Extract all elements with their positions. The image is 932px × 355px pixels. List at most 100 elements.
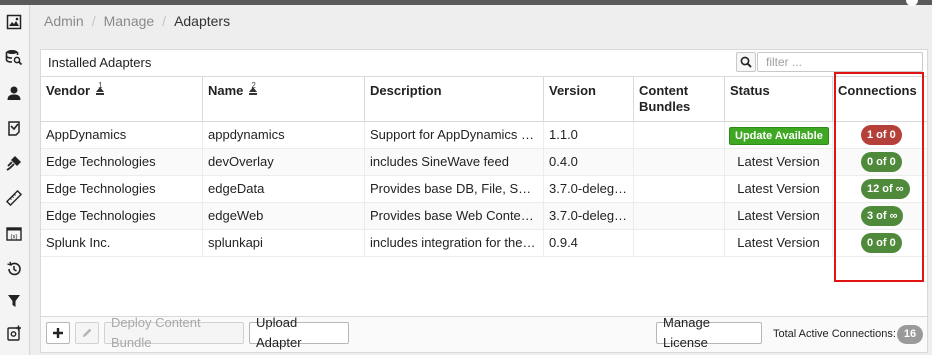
status-cell: Latest Version bbox=[725, 230, 833, 257]
breadcrumb-admin[interactable]: Admin bbox=[44, 13, 84, 29]
left-nav: (x) bbox=[0, 5, 30, 355]
status-text: Latest Version bbox=[737, 181, 820, 196]
vendor-cell: Splunk Inc. bbox=[41, 230, 203, 257]
column-header-version[interactable]: Version bbox=[544, 77, 634, 122]
content-bundles-cell bbox=[634, 203, 725, 230]
column-header-description[interactable]: Description bbox=[365, 77, 544, 122]
column-header-vendor[interactable]: Vendor 1 bbox=[41, 77, 203, 122]
adapters-table: Vendor 1 Name 2 Description Version Conten… bbox=[41, 76, 927, 257]
name-cell: appdynamics bbox=[203, 122, 365, 149]
connections-cell: 0 of 0 bbox=[833, 230, 927, 257]
database-search-icon[interactable] bbox=[4, 47, 24, 67]
plug-icon[interactable] bbox=[4, 153, 24, 173]
panel-title: Installed Adapters bbox=[48, 55, 152, 70]
footer-toolbar: Deploy Content Bundle Upload Adapter Man… bbox=[41, 315, 927, 352]
connections-cell: 3 of ∞ bbox=[833, 203, 927, 230]
column-label: Name bbox=[208, 83, 244, 98]
vendor-cell: Edge Technologies bbox=[41, 176, 203, 203]
sort-ascending-icon: 2 bbox=[249, 81, 259, 95]
column-label: Status bbox=[730, 83, 770, 98]
manage-license-button[interactable]: Manage License bbox=[656, 315, 762, 350]
name-cell: edgeData bbox=[203, 176, 365, 203]
vendor-cell: AppDynamics bbox=[41, 122, 203, 149]
add-settings-icon[interactable] bbox=[4, 323, 24, 343]
filter-icon[interactable] bbox=[4, 291, 24, 311]
version-cell: 1.1.0 bbox=[544, 122, 634, 149]
table-row[interactable]: Edge Technologies devOverlay includes Si… bbox=[41, 149, 927, 176]
status-text: Latest Version bbox=[737, 208, 820, 223]
connections-cell: 1 of 0 bbox=[833, 122, 927, 149]
user-icon[interactable] bbox=[4, 83, 24, 103]
table-header: Vendor 1 Name 2 Description Version Conten… bbox=[41, 77, 927, 122]
breadcrumb-separator: / bbox=[91, 13, 96, 29]
content-bundles-cell bbox=[634, 176, 725, 203]
table-row[interactable]: Edge Technologies edgeWeb Provides base … bbox=[41, 203, 927, 230]
connections-cell: 12 of ∞ bbox=[833, 176, 927, 203]
connections-badge: 12 of ∞ bbox=[861, 179, 910, 199]
filter-input[interactable] bbox=[757, 52, 923, 72]
image-icon[interactable] bbox=[4, 12, 24, 32]
variable-icon[interactable]: (x) bbox=[4, 224, 24, 244]
connections-badge: 0 of 0 bbox=[861, 233, 902, 253]
table-row[interactable]: AppDynamics appdynamics Support for AppD… bbox=[41, 122, 927, 149]
column-header-content-bundles[interactable]: Content Bundles bbox=[634, 77, 725, 122]
vendor-cell: Edge Technologies bbox=[41, 149, 203, 176]
connections-badge: 3 of ∞ bbox=[861, 206, 904, 226]
status-cell: Latest Version bbox=[725, 149, 833, 176]
column-header-name[interactable]: Name 2 bbox=[203, 77, 365, 122]
description-cell: Provides base Web Content… bbox=[365, 203, 544, 230]
description-cell: Support for AppDynamics v… bbox=[365, 122, 544, 149]
table-row[interactable]: Edge Technologies edgeData Provides base… bbox=[41, 176, 927, 203]
upload-adapter-button[interactable]: Upload Adapter bbox=[249, 315, 349, 350]
total-active-connections-badge: 16 bbox=[897, 325, 923, 344]
status-text: Latest Version bbox=[737, 154, 820, 169]
column-label: Connections bbox=[838, 83, 917, 98]
breadcrumb-separator: / bbox=[162, 13, 167, 29]
breadcrumb-manage[interactable]: Manage bbox=[104, 13, 155, 29]
vendor-cell: Edge Technologies bbox=[41, 203, 203, 230]
connections-badge: 1 of 0 bbox=[861, 125, 902, 145]
total-active-connections-label: Total Active Connections: bbox=[773, 328, 896, 340]
column-label: Description bbox=[370, 83, 442, 98]
description-cell: Provides base DB, File, Sh… bbox=[365, 176, 544, 203]
description-cell: includes SineWave feed bbox=[365, 149, 544, 176]
status-cell: Update Available bbox=[725, 122, 833, 149]
content-bundles-cell bbox=[634, 230, 725, 257]
ruler-icon[interactable] bbox=[4, 188, 24, 208]
version-cell: 0.4.0 bbox=[544, 149, 634, 176]
breadcrumb: Admin / Manage / Adapters bbox=[44, 13, 230, 29]
column-label: Content Bundles bbox=[639, 83, 691, 114]
connections-cell: 0 of 0 bbox=[833, 149, 927, 176]
search-icon[interactable] bbox=[736, 52, 756, 72]
deploy-content-bundle-button[interactable]: Deploy Content Bundle bbox=[104, 315, 244, 350]
content-bundles-cell bbox=[634, 149, 725, 176]
content-bundles-cell bbox=[634, 122, 725, 149]
history-icon[interactable] bbox=[4, 259, 24, 279]
breadcrumb-adapters: Adapters bbox=[174, 13, 231, 29]
version-cell: 3.7.0-deleg… bbox=[544, 203, 634, 230]
column-label: Version bbox=[549, 83, 596, 98]
top-indicator bbox=[906, 0, 918, 6]
add-icon[interactable] bbox=[46, 322, 70, 344]
status-cell: Latest Version bbox=[725, 203, 833, 230]
column-header-status[interactable]: Status bbox=[725, 77, 833, 122]
table-row[interactable]: Splunk Inc. splunkapi includes integrati… bbox=[41, 230, 927, 257]
name-cell: splunkapi bbox=[203, 230, 365, 257]
sort-ascending-icon: 1 bbox=[96, 81, 106, 95]
certificate-icon[interactable] bbox=[4, 118, 24, 138]
version-cell: 0.9.4 bbox=[544, 230, 634, 257]
edit-icon[interactable] bbox=[75, 322, 99, 344]
status-text: Latest Version bbox=[737, 235, 820, 250]
name-cell: devOverlay bbox=[203, 149, 365, 176]
description-cell: includes integration for the … bbox=[365, 230, 544, 257]
connections-badge: 0 of 0 bbox=[861, 152, 902, 172]
status-cell: Latest Version bbox=[725, 176, 833, 203]
installed-adapters-panel: Installed Adapters Vendor 1 Name 2 Descrip… bbox=[40, 49, 928, 353]
update-available-button[interactable]: Update Available bbox=[729, 127, 829, 145]
svg-text:(x): (x) bbox=[11, 234, 18, 240]
version-cell: 3.7.0-deleg… bbox=[544, 176, 634, 203]
column-label: Vendor bbox=[46, 83, 91, 98]
name-cell: edgeWeb bbox=[203, 203, 365, 230]
column-header-connections[interactable]: Connections bbox=[833, 77, 927, 122]
top-strip bbox=[0, 0, 932, 6]
